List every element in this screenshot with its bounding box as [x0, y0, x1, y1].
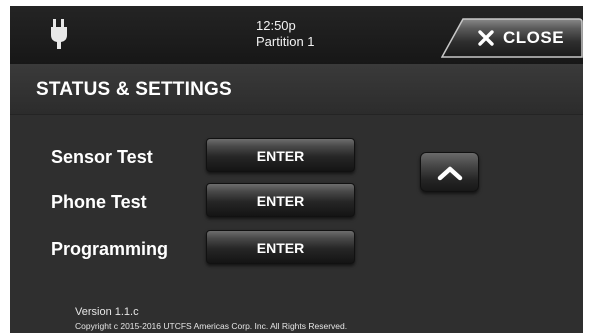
- status-settings-screen: 12:50p Partition 1 CLOSE STATUS & SETTIN…: [10, 6, 583, 333]
- copyright-text: Copyright c 2015-2016 UTCFS Americas Cor…: [75, 321, 348, 331]
- programming-label: Programming: [51, 239, 169, 259]
- sensor-test-enter-button[interactable]: ENTER: [206, 138, 355, 172]
- chevron-up-icon: [437, 166, 463, 181]
- top-bar: 12:50p Partition 1 CLOSE: [10, 6, 583, 64]
- partition-label: Partition 1: [256, 34, 315, 49]
- close-button[interactable]: CLOSE: [441, 18, 583, 58]
- scroll-up-button[interactable]: [420, 152, 479, 192]
- close-icon: [477, 29, 495, 47]
- programming-enter-button[interactable]: ENTER: [206, 230, 355, 264]
- sensor-test-label: Sensor Test: [51, 147, 153, 167]
- phone-test-enter-button[interactable]: ENTER: [206, 183, 355, 217]
- page-title: STATUS & SETTINGS: [36, 79, 232, 100]
- phone-test-label: Phone Test: [51, 192, 147, 212]
- close-label: CLOSE: [503, 28, 565, 47]
- version-text: Version 1.1.c: [75, 306, 139, 318]
- title-bar: STATUS & SETTINGS: [10, 64, 583, 115]
- clock-time: 12:50p: [256, 18, 296, 33]
- plug-icon: [50, 19, 68, 49]
